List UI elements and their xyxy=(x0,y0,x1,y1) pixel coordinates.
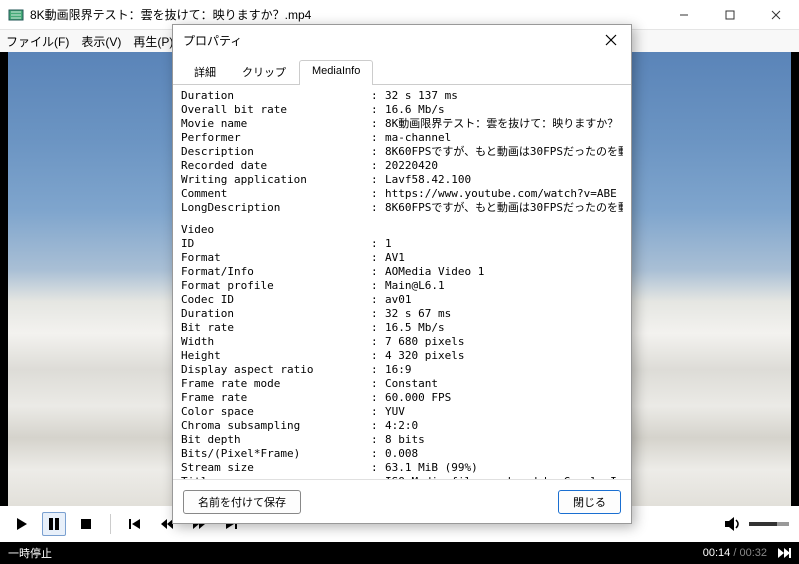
mediainfo-row: Stream size: 63.1 MiB (99%) xyxy=(181,461,623,475)
mediainfo-content[interactable]: Duration: 32 s 137 msOverall bit rate: 1… xyxy=(173,85,631,479)
mediainfo-row: Width: 7 680 pixels xyxy=(181,335,623,349)
save-as-button[interactable]: 名前を付けて保存 xyxy=(183,490,301,514)
volume-control[interactable] xyxy=(723,516,789,532)
tab-details[interactable]: 詳細 xyxy=(181,59,229,84)
mediainfo-row: ID: 1 xyxy=(181,237,623,251)
close-dialog-button[interactable]: 閉じる xyxy=(558,490,621,514)
dialog-tabs: 詳細 クリップ MediaInfo xyxy=(173,59,631,85)
stop-button[interactable] xyxy=(74,512,98,536)
mediainfo-row: Description: 8K60FPSですが、もと動画は30FPSだったのを動… xyxy=(181,145,623,159)
prev-track-button[interactable] xyxy=(123,512,147,536)
dialog-footer: 名前を付けて保存 閉じる xyxy=(173,479,631,523)
mediainfo-row: Comment: https://www.youtube.com/watch?v… xyxy=(181,187,623,201)
mediainfo-row: LongDescription: 8K60FPSですが、もと動画は30FPSだっ… xyxy=(181,201,623,215)
mediainfo-row: Format/Info: AOMedia Video 1 xyxy=(181,265,623,279)
app-icon xyxy=(8,7,24,23)
mediainfo-row: Format profile: Main@L6.1 xyxy=(181,279,623,293)
properties-dialog: プロパティ 詳細 クリップ MediaInfo Duration: 32 s 1… xyxy=(172,24,632,524)
window-title: 8K動画限界テスト：雲を抜けて：映りますか？.mp4 xyxy=(30,6,661,23)
divider xyxy=(110,514,111,534)
mediainfo-row: Codec ID: av01 xyxy=(181,293,623,307)
tab-clip[interactable]: クリップ xyxy=(229,59,299,84)
mediainfo-row: Writing application: Lavf58.42.100 xyxy=(181,173,623,187)
play-button[interactable] xyxy=(10,512,34,536)
menu-view[interactable]: 表示(V) xyxy=(81,33,121,50)
volume-slider[interactable] xyxy=(749,522,789,526)
mediainfo-row: Bits/(Pixel*Frame): 0.008 xyxy=(181,447,623,461)
mediainfo-row: Chroma subsampling: 4:2:0 xyxy=(181,419,623,433)
volume-icon xyxy=(723,516,743,532)
dialog-title: プロパティ xyxy=(183,32,601,49)
menu-file[interactable]: ファイル(F) xyxy=(6,33,69,50)
mediainfo-row: Duration: 32 s 67 ms xyxy=(181,307,623,321)
mediainfo-row: Bit depth: 8 bits xyxy=(181,433,623,447)
mediainfo-section-head: Video xyxy=(181,223,623,237)
mediainfo-row: Display aspect ratio: 16:9 xyxy=(181,363,623,377)
dialog-titlebar: プロパティ xyxy=(173,25,631,55)
mediainfo-row: Format: AV1 xyxy=(181,251,623,265)
minimize-button[interactable] xyxy=(661,0,707,29)
pause-button[interactable] xyxy=(42,512,66,536)
playback-state: 一時停止 xyxy=(8,545,52,561)
mediainfo-row: Bit rate: 16.5 Mb/s xyxy=(181,321,623,335)
close-button[interactable] xyxy=(753,0,799,29)
menu-play[interactable]: 再生(P) xyxy=(133,33,173,50)
mediainfo-row: Frame rate: 60.000 FPS xyxy=(181,391,623,405)
mediainfo-row: Frame rate mode: Constant xyxy=(181,377,623,391)
mediainfo-row: Color space: YUV xyxy=(181,405,623,419)
mediainfo-row: Movie name: 8K動画限界テスト：雲を抜けて：映りますか？ xyxy=(181,117,623,131)
mediainfo-row: Height: 4 320 pixels xyxy=(181,349,623,363)
mediainfo-row: Performer: ma-channel xyxy=(181,131,623,145)
mediainfo-row: Recorded date: 20220420 xyxy=(181,159,623,173)
tab-mediainfo[interactable]: MediaInfo xyxy=(299,60,373,85)
skip-end-icon[interactable] xyxy=(777,547,791,559)
statusbar: 一時停止 00:14 / 00:32 xyxy=(0,542,799,564)
time-display: 00:14 / 00:32 xyxy=(703,547,767,559)
mediainfo-row: Duration: 32 s 137 ms xyxy=(181,89,623,103)
dialog-close-button[interactable] xyxy=(601,30,621,50)
mediainfo-row: Overall bit rate: 16.6 Mb/s xyxy=(181,103,623,117)
maximize-button[interactable] xyxy=(707,0,753,29)
